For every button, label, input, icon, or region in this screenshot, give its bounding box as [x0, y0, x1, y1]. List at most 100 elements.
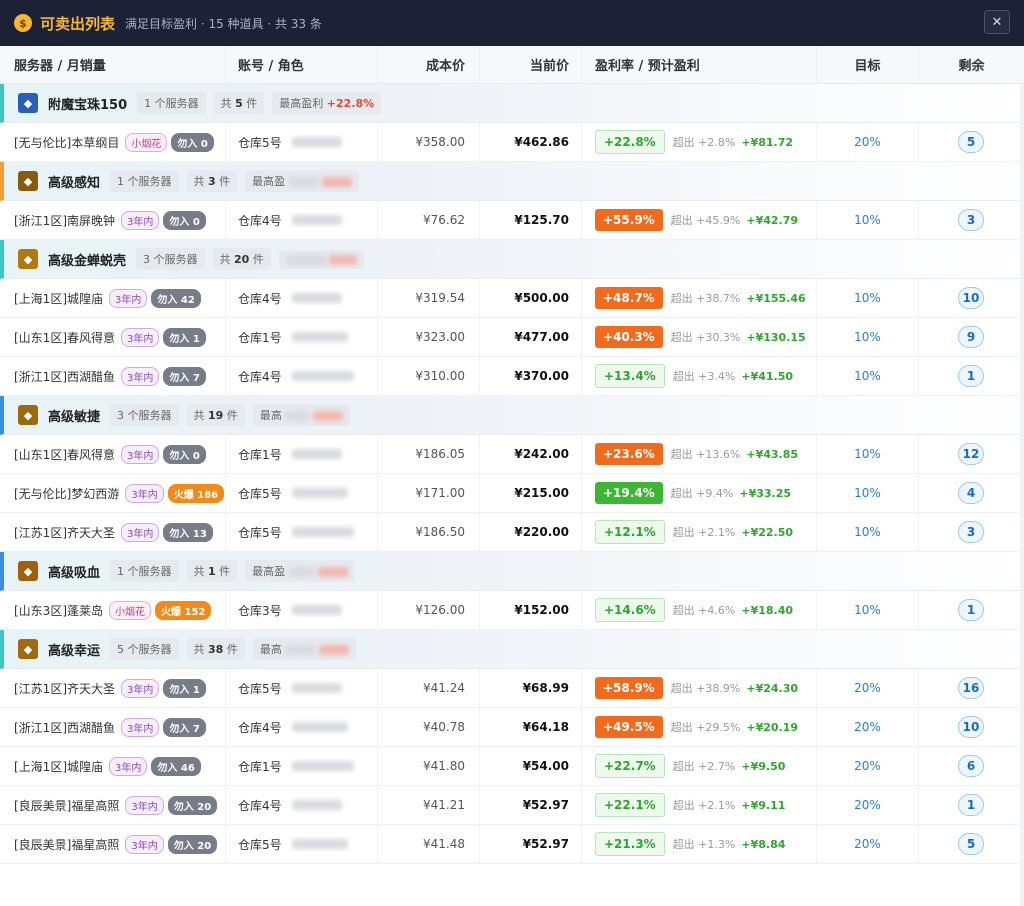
current-price: ¥242.00: [514, 447, 569, 461]
table-row[interactable]: [上海1区]城隍庙 3年内 勿入 46 仓库1号 ¥41.80 ¥54.00 +…: [0, 747, 1024, 786]
target-cell: 20%: [817, 708, 919, 746]
account-cell: 仓库5号: [226, 513, 378, 551]
table-row[interactable]: [山东3区]蓬莱岛 小烟花 火爆 152 仓库3号 ¥126.00 ¥152.0…: [0, 591, 1024, 630]
sales-badge: 勿入 20: [167, 834, 218, 854]
item-count-prefix: 共: [219, 253, 231, 266]
close-button[interactable]: ✕: [984, 10, 1010, 34]
item-group-header[interactable]: ◆ 附魔宝珠150 1 个服务器 共 5 件 最高盈利 +22.8%: [0, 84, 1024, 123]
server-count-badge: 1 个服务器: [110, 560, 179, 582]
server-age-tag: 小烟花: [109, 600, 151, 620]
col-header-server[interactable]: 服务器 / 月销量: [0, 46, 226, 83]
profit-cell: +55.9% 超出 +45.9% +¥42.79: [582, 201, 817, 239]
scrollbar[interactable]: [1020, 84, 1024, 906]
cost-value: ¥41.48: [423, 837, 465, 851]
server-cell: [上海1区]城隍庙 3年内 勿入 42: [0, 279, 226, 317]
remain-count: 3: [958, 521, 984, 543]
server-name: [山东3区]蓬莱岛: [14, 603, 103, 618]
col-header-profit[interactable]: 盈利率 / 预计盈利: [582, 46, 817, 83]
max-profit-label: 最高盈: [252, 175, 286, 188]
exceed-text: 超出 +45.9%: [670, 214, 741, 227]
profit-cell: +40.3% 超出 +30.3% +¥130.15: [582, 318, 817, 356]
redacted-value: [322, 177, 353, 187]
cost-cell: ¥186.50: [378, 513, 480, 551]
profit-rate-badge: +23.6%: [595, 443, 663, 465]
profit-cell: +21.3% 超出 +1.3% +¥8.84: [582, 825, 817, 863]
item-group-header[interactable]: ◆ 高级吸血 1 个服务器 共 1 件 最高盈: [0, 552, 1024, 591]
current-price: ¥462.86: [514, 135, 569, 149]
table-row[interactable]: [山东1区]春风得意 3年内 勿入 1 仓库1号 ¥323.00 ¥477.00…: [0, 318, 1024, 357]
exceed-text: 超出 +30.3%: [670, 331, 741, 344]
max-profit-badge: 最高: [252, 638, 356, 660]
col-header-price[interactable]: 当前价: [480, 46, 582, 83]
account-name: 仓库4号: [238, 291, 282, 306]
expected-profit: +¥18.40: [741, 603, 794, 617]
remain-cell: 1: [919, 786, 1024, 824]
col-header-account[interactable]: 账号 / 角色: [226, 46, 378, 83]
item-group-header[interactable]: ◆ 高级金蝉蜕壳 3 个服务器 共 20 件: [0, 240, 1024, 279]
sales-badge: 火爆 186: [167, 483, 225, 503]
remain-cell: 3: [919, 513, 1024, 551]
col-header-target[interactable]: 目标: [817, 46, 919, 83]
cost-value: ¥41.21: [423, 798, 465, 812]
remain-cell: 6: [919, 747, 1024, 785]
remain-count: 1: [958, 365, 984, 387]
table-row[interactable]: [江苏1区]齐天大圣 3年内 勿入 1 仓库5号 ¥41.24 ¥68.99 +…: [0, 669, 1024, 708]
table-row[interactable]: [良辰美景]福星高照 3年内 勿入 20 仓库5号 ¥41.48 ¥52.97 …: [0, 825, 1024, 864]
expected-profit: +¥33.25: [739, 486, 792, 500]
table-row[interactable]: [浙江1区]西湖醋鱼 3年内 勿入 7 仓库4号 ¥40.78 ¥64.18 +…: [0, 708, 1024, 747]
table-row[interactable]: [江苏1区]齐天大圣 3年内 勿入 13 仓库5号 ¥186.50 ¥220.0…: [0, 513, 1024, 552]
sales-badge: 勿入 1: [163, 678, 206, 698]
account-cell: 仓库4号: [226, 201, 378, 239]
profit-cell: +22.7% 超出 +2.7% +¥9.50: [582, 747, 817, 785]
table-row[interactable]: [浙江1区]西湖醋鱼 3年内 勿入 7 仓库4号 ¥310.00 ¥370.00…: [0, 357, 1024, 396]
server-cell: [江苏1区]齐天大圣 3年内 勿入 1: [0, 669, 226, 707]
target-value: 20%: [854, 135, 881, 149]
item-count-suffix: 件: [219, 565, 231, 578]
remain-cell: 5: [919, 123, 1024, 161]
current-price: ¥125.70: [514, 213, 569, 227]
table-row[interactable]: [良辰美景]福星高照 3年内 勿入 20 仓库4号 ¥41.21 ¥52.97 …: [0, 786, 1024, 825]
redacted-text: [285, 645, 316, 655]
exceed-text: 超出 +2.8%: [672, 136, 736, 149]
target-value: 20%: [854, 759, 881, 773]
price-cell: ¥54.00: [480, 747, 582, 785]
current-price: ¥500.00: [514, 291, 569, 305]
item-count-prefix: 共: [193, 565, 205, 578]
expected-profit: +¥8.84: [741, 837, 786, 851]
table-row[interactable]: [无与伦比]梦幻西游 3年内 火爆 186 仓库5号 ¥171.00 ¥215.…: [0, 474, 1024, 513]
server-name: [良辰美景]福星高照: [14, 798, 120, 813]
redacted-role: [291, 839, 348, 849]
redacted-text: [285, 254, 326, 265]
item-count-value: 38: [208, 643, 224, 656]
item-group-header[interactable]: ◆ 高级感知 1 个服务器 共 3 件 最高盈: [0, 162, 1024, 201]
server-age-tag: 3年内: [121, 444, 160, 464]
current-price: ¥220.00: [514, 525, 569, 539]
item-count-suffix: 件: [219, 175, 231, 188]
col-header-cost[interactable]: 成本价: [378, 46, 480, 83]
current-price: ¥52.97: [522, 837, 569, 851]
expected-profit: +¥9.50: [741, 759, 786, 773]
server-age-tag: 3年内: [121, 522, 160, 542]
current-price: ¥215.00: [514, 486, 569, 500]
remain-count: 4: [958, 482, 984, 504]
cost-value: ¥358.00: [415, 135, 465, 149]
item-group-header[interactable]: ◆ 高级幸运 5 个服务器 共 38 件 最高: [0, 630, 1024, 669]
exceed-text: 超出 +13.6%: [670, 448, 741, 461]
server-age-tag: 3年内: [125, 834, 164, 854]
profit-rate-badge: +22.7%: [595, 754, 665, 778]
table-row[interactable]: [无与伦比]本草纲目 小烟花 勿入 0 仓库5号 ¥358.00 ¥462.86…: [0, 123, 1024, 162]
target-cell: 10%: [817, 201, 919, 239]
redacted-role: [291, 683, 342, 693]
item-count-suffix: 件: [226, 409, 238, 422]
table-row[interactable]: [上海1区]城隍庙 3年内 勿入 42 仓库4号 ¥319.54 ¥500.00…: [0, 279, 1024, 318]
table-header: 服务器 / 月销量 账号 / 角色 成本价 当前价 盈利率 / 预计盈利 目标 …: [0, 46, 1024, 84]
server-name: [浙江1区]南屏晚钟: [14, 213, 115, 228]
cicada-icon: ◆: [18, 249, 38, 269]
table-row[interactable]: [山东1区]春风得意 3年内 勿入 0 仓库1号 ¥186.05 ¥242.00…: [0, 435, 1024, 474]
current-price: ¥54.00: [522, 759, 569, 773]
col-header-remain[interactable]: 剩余: [919, 46, 1024, 83]
target-cell: 20%: [817, 786, 919, 824]
item-group-header[interactable]: ◆ 高级敏捷 3 个服务器 共 19 件 最高: [0, 396, 1024, 435]
max-profit-badge: [278, 249, 365, 269]
table-row[interactable]: [浙江1区]南屏晚钟 3年内 勿入 0 仓库4号 ¥76.62 ¥125.70 …: [0, 201, 1024, 240]
